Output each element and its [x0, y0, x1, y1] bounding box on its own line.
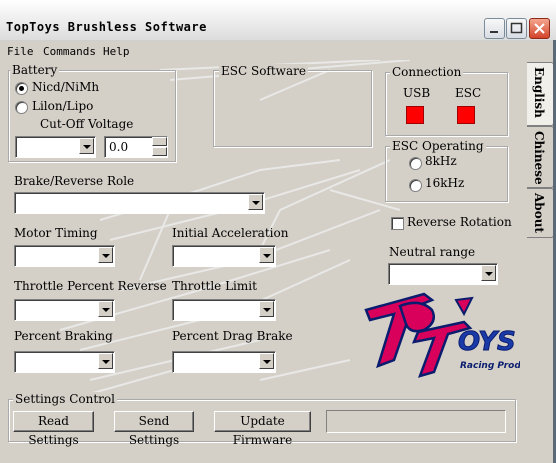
- read-settings-button[interactable]: Read Settings: [13, 411, 94, 447]
- spin-up-icon[interactable]: [152, 137, 167, 146]
- menu-bar: File Commands Help: [0, 43, 530, 61]
- usb-status-indicator: [406, 106, 424, 124]
- minimize-button[interactable]: [484, 18, 505, 39]
- connection-label: Connection: [390, 65, 464, 79]
- toptoys-logo: OYS Racing Products: [364, 292, 520, 378]
- usb-label: USB: [403, 86, 431, 100]
- radio-nicd[interactable]: [15, 82, 28, 95]
- cutoff-voltage-value: 0.0: [109, 140, 129, 154]
- tab-chinese[interactable]: Chinese: [527, 126, 554, 188]
- esc-software-label: ESC Software: [219, 64, 308, 78]
- esc-operating-label: ESC Operating: [390, 139, 486, 153]
- chevron-down-icon[interactable]: [98, 247, 113, 263]
- cutoff-voltage-label: Cut-Off Voltage: [40, 117, 134, 131]
- send-settings-button[interactable]: Send Settings: [114, 411, 194, 447]
- chevron-down-icon[interactable]: [248, 194, 263, 210]
- spin-down-icon[interactable]: [152, 147, 167, 156]
- firmware-progress-bar: [326, 410, 506, 433]
- close-icon: [534, 23, 545, 34]
- neutral-range-select[interactable]: [388, 263, 498, 285]
- reverse-rotation-checkbox[interactable]: [391, 217, 404, 230]
- radio-8khz-label: 8kHz: [425, 154, 457, 168]
- radio-8khz[interactable]: [409, 157, 422, 170]
- brake-reverse-label: Brake/Reverse Role: [14, 174, 135, 188]
- radio-lipo-label: Lilon/Lipo: [32, 99, 94, 113]
- minimize-icon: [490, 31, 498, 33]
- reverse-rotation-label: Reverse Rotation: [407, 215, 512, 229]
- window-title: TopToys Brushless Software: [6, 20, 207, 34]
- throttle-percent-reverse-select[interactable]: [14, 299, 115, 321]
- percent-drag-brake-select[interactable]: [172, 351, 276, 373]
- percent-drag-brake-label: Percent Drag Brake: [172, 329, 293, 343]
- percent-braking-select[interactable]: [14, 351, 115, 373]
- chevron-down-icon[interactable]: [259, 247, 274, 263]
- chevron-down-icon[interactable]: [259, 353, 274, 369]
- maximize-icon: [510, 22, 523, 34]
- chevron-down-icon[interactable]: [79, 138, 94, 154]
- settings-control-label: Settings Control: [13, 392, 117, 406]
- chevron-down-icon[interactable]: [98, 301, 113, 317]
- motor-timing-select[interactable]: [14, 245, 115, 267]
- initial-acceleration-label: Initial Acceleration: [172, 226, 289, 240]
- chevron-down-icon[interactable]: [481, 265, 496, 281]
- radio-16khz[interactable]: [409, 179, 422, 192]
- main-window: TopToys Brushless Software File Commands…: [0, 0, 556, 463]
- radio-nicd-label: Nicd/NiMh: [32, 80, 100, 94]
- cutoff-voltage-spinner[interactable]: 0.0: [104, 136, 168, 158]
- svg-text:Racing Products: Racing Products: [460, 361, 520, 371]
- connection-group: [385, 72, 508, 136]
- motor-timing-label: Motor Timing: [14, 226, 98, 240]
- menu-help[interactable]: Help: [103, 45, 130, 58]
- update-firmware-button[interactable]: Update Firmware: [214, 411, 311, 447]
- menu-commands[interactable]: Commands: [43, 45, 96, 58]
- throttle-percent-reverse-label: Throttle Percent Reverse: [14, 279, 167, 293]
- tab-english[interactable]: English: [527, 62, 554, 126]
- neutral-range-label: Neutral range: [389, 245, 476, 259]
- esc-software-group: [213, 70, 372, 147]
- cutoff-select[interactable]: [15, 136, 96, 158]
- close-button[interactable]: [529, 18, 550, 39]
- percent-braking-label: Percent Braking: [14, 329, 113, 343]
- maximize-button[interactable]: [506, 18, 527, 39]
- chevron-down-icon[interactable]: [259, 301, 274, 317]
- radio-16khz-label: 16kHz: [425, 176, 465, 190]
- esc-label: ESC: [455, 86, 482, 100]
- tab-about[interactable]: About: [527, 188, 554, 238]
- radio-lipo[interactable]: [15, 101, 28, 114]
- throttle-limit-label: Throttle Limit: [172, 279, 257, 293]
- battery-group-label: Battery: [10, 63, 60, 77]
- svg-text:OYS: OYS: [458, 327, 516, 357]
- throttle-limit-select[interactable]: [172, 299, 276, 321]
- chevron-down-icon[interactable]: [98, 353, 113, 369]
- initial-acceleration-select[interactable]: [172, 245, 276, 267]
- esc-status-indicator: [457, 106, 475, 124]
- title-bar[interactable]: TopToys Brushless Software: [0, 0, 556, 41]
- menu-file[interactable]: File: [7, 45, 34, 58]
- brake-reverse-select[interactable]: [14, 192, 265, 214]
